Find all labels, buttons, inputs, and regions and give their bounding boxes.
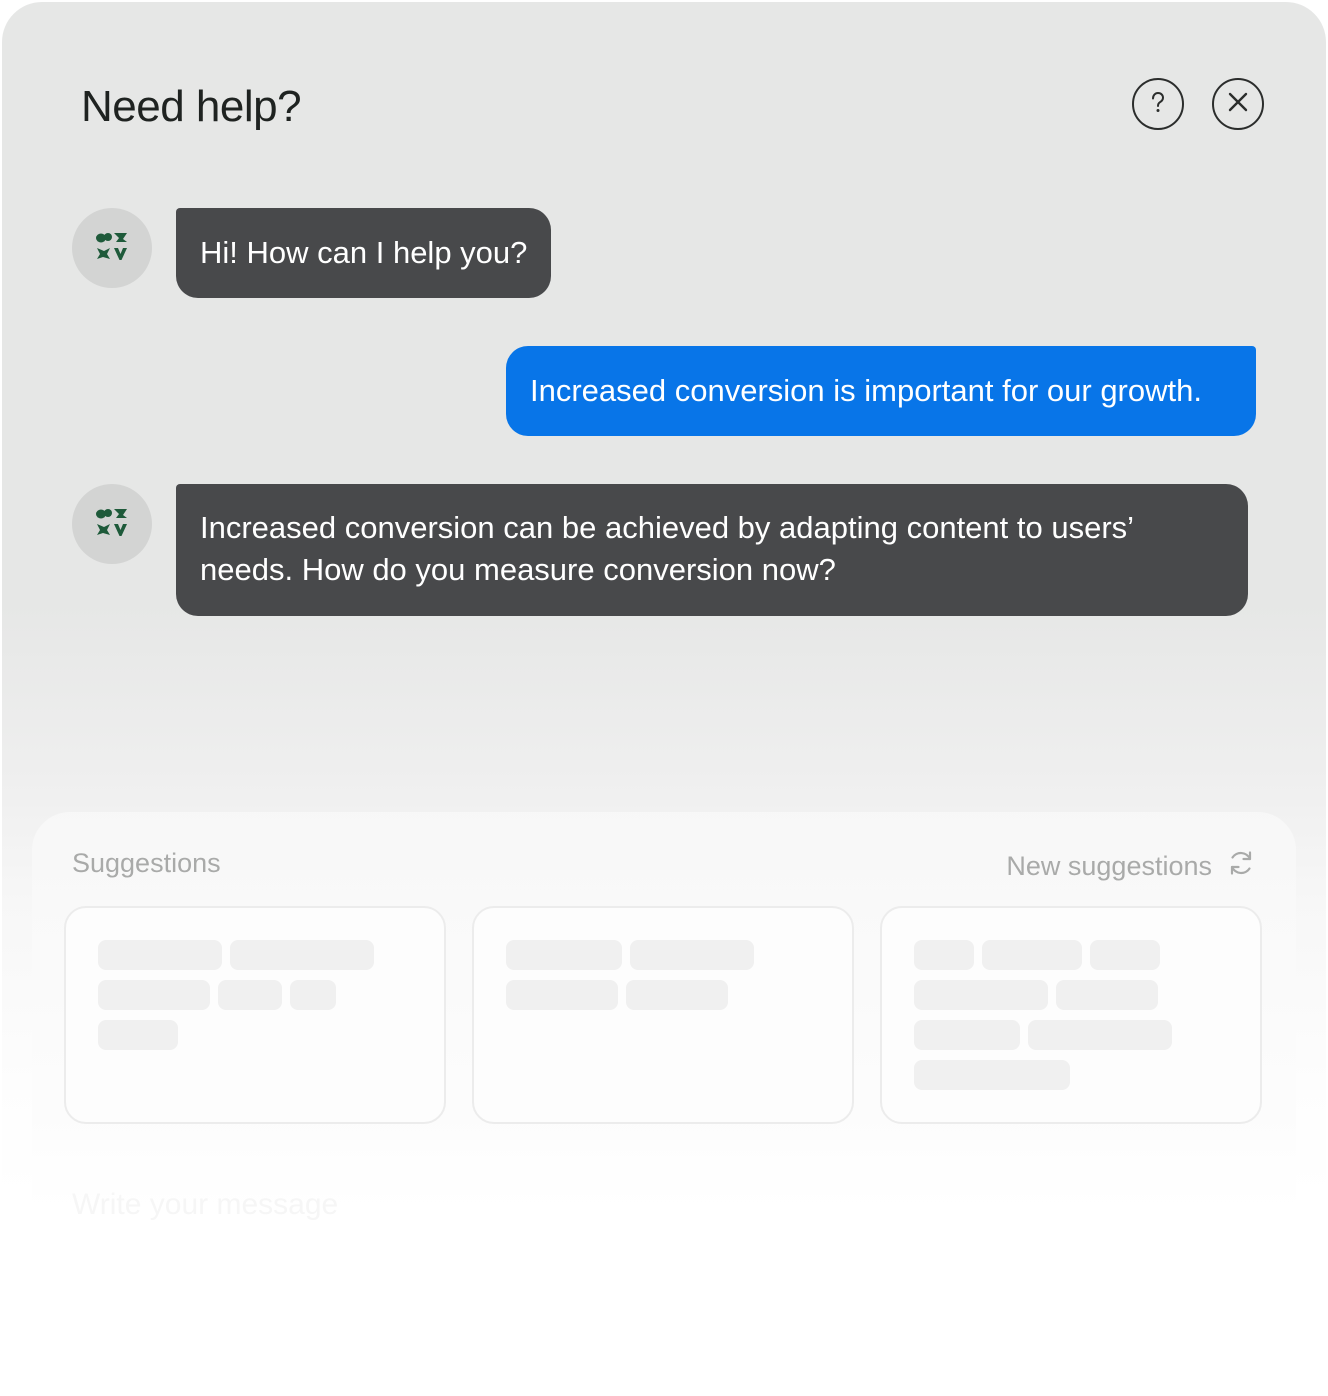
skeleton-line xyxy=(626,980,728,1010)
suggestion-card-loading[interactable] xyxy=(880,906,1262,1124)
assistant-avatar xyxy=(72,484,152,564)
suggestion-card-loading[interactable] xyxy=(472,906,854,1124)
close-icon xyxy=(1225,89,1251,120)
help-chat-panel: Need help? Hi! How can I help you? Incre… xyxy=(2,2,1326,1394)
suggestions-label: Suggestions xyxy=(72,848,221,878)
skeleton-line xyxy=(98,940,222,970)
skeleton-line xyxy=(982,940,1082,970)
refresh-icon xyxy=(1226,848,1256,885)
user-message: Increased conversion is important for ou… xyxy=(506,346,1256,436)
assistant-avatar xyxy=(72,208,152,288)
skeleton-line xyxy=(1090,940,1160,970)
skeleton-line xyxy=(914,980,1048,1010)
skeleton-line xyxy=(1028,1020,1172,1050)
question-icon xyxy=(1143,87,1173,122)
brand-logo-icon xyxy=(95,231,129,266)
new-suggestions-button[interactable]: New suggestions xyxy=(1006,848,1256,885)
skeleton-line xyxy=(218,980,282,1010)
page-title: Need help? xyxy=(81,82,302,131)
skeleton-line xyxy=(230,940,374,970)
brand-logo-icon xyxy=(95,507,129,542)
new-suggestions-label: New suggestions xyxy=(1006,851,1212,881)
skeleton-line xyxy=(914,940,974,970)
skeleton-line xyxy=(914,1060,1070,1090)
skeleton-line xyxy=(506,980,618,1010)
skeleton-line xyxy=(290,980,336,1010)
skeleton-line xyxy=(98,1020,178,1050)
suggestions-panel: Suggestions New suggestions Write your m… xyxy=(32,812,1296,1394)
message-input[interactable]: Write your message xyxy=(72,1188,338,1222)
skeleton-line xyxy=(630,940,754,970)
assistant-message: Hi! How can I help you? xyxy=(176,208,552,298)
skeleton-line xyxy=(1056,980,1158,1010)
skeleton-line xyxy=(98,980,210,1010)
assistant-message: Increased conversion can be achieved by … xyxy=(176,484,1248,616)
help-button[interactable] xyxy=(1132,78,1184,130)
skeleton-line xyxy=(506,940,622,970)
close-button[interactable] xyxy=(1212,78,1264,130)
suggestion-card-loading[interactable] xyxy=(64,906,446,1124)
skeleton-line xyxy=(914,1020,1020,1050)
